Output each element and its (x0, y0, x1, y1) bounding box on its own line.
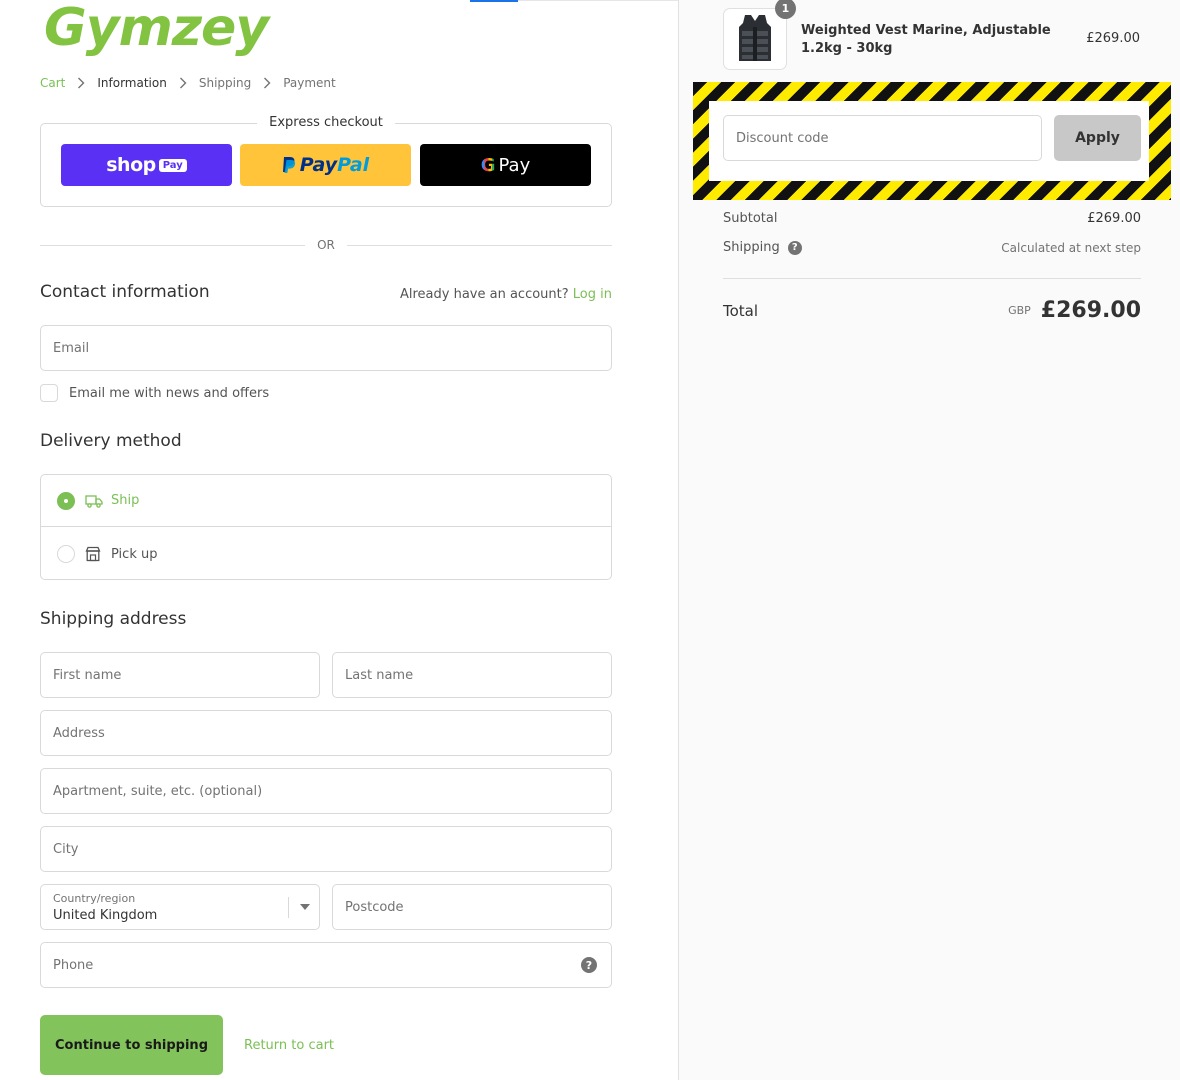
country-label: Country/region (53, 892, 136, 905)
breadcrumb-payment: Payment (283, 76, 336, 90)
address-field[interactable] (40, 710, 612, 756)
chevron-right-icon (176, 75, 190, 91)
paypal-word-1: Pay (299, 154, 338, 176)
discount-code-input[interactable] (736, 116, 1041, 160)
subtotal-label: Subtotal (723, 211, 778, 226)
express-checkout: Express checkout shop Pay Pay Pal G Pay (40, 115, 612, 207)
delivery-method: Ship Pick up (40, 474, 612, 580)
apartment-input[interactable] (53, 769, 611, 813)
breadcrumb: Cart Information Shipping Payment (40, 75, 336, 91)
phone-input[interactable] (53, 943, 611, 987)
last-name-input[interactable] (345, 653, 611, 697)
total-label: Total (723, 301, 759, 320)
shipping-row: Shipping ? Calculated at next step (723, 240, 1141, 255)
select-divider (288, 897, 289, 918)
shipping-value: Calculated at next step (1001, 240, 1141, 255)
shipping-help-icon[interactable]: ? (787, 240, 802, 255)
login-prompt: Already have an account? Log in (400, 287, 612, 302)
google-pay-word: Pay (498, 154, 531, 176)
subtotal-value: £269.00 (1087, 211, 1141, 226)
quantity-badge: 1 (775, 0, 796, 19)
delivery-option-pickup[interactable]: Pick up (41, 528, 611, 580)
vest-image-icon (739, 15, 771, 61)
news-label: Email me with news and offers (69, 385, 270, 401)
city-field[interactable] (40, 826, 612, 872)
currency-code: GBP (1008, 304, 1031, 317)
email-input[interactable] (53, 326, 611, 370)
city-input[interactable] (53, 827, 611, 871)
shop-pay-pill: Pay (158, 158, 187, 172)
truck-icon (85, 492, 103, 510)
continue-to-shipping-button[interactable]: Continue to shipping (40, 1015, 223, 1075)
first-name-input[interactable] (53, 653, 319, 697)
country-select[interactable]: Country/region United Kingdom (40, 884, 320, 930)
ship-radio[interactable] (57, 491, 75, 510)
top-accent (470, 0, 518, 2)
postcode-input[interactable] (345, 885, 611, 929)
product-price: £269.00 (1086, 31, 1140, 46)
divider-line (346, 244, 613, 246)
breadcrumb-shipping: Shipping (198, 76, 252, 90)
checkout-main-panel: Gymzey Cart Information Shipping Payment… (0, 0, 678, 1080)
shop-pay-button[interactable]: shop Pay (61, 144, 232, 186)
total-row: Total GBP £269.00 (723, 298, 1141, 323)
ship-label: Ship (111, 493, 140, 508)
discount-field[interactable] (723, 115, 1042, 161)
return-to-cart-link[interactable]: Return to cart (244, 1038, 334, 1053)
store-icon (85, 545, 103, 563)
delivery-option-ship[interactable]: Ship (41, 475, 611, 527)
apply-discount-button[interactable]: Apply (1054, 115, 1141, 161)
chevron-down-icon (300, 904, 310, 910)
product-name: Weighted Vest Marine, Adjustable 1.2kg -… (801, 23, 1051, 56)
postcode-field[interactable] (332, 884, 612, 930)
pickup-radio[interactable] (57, 545, 75, 563)
shipping-label: Shipping (723, 240, 780, 255)
contact-title: Contact information (40, 282, 210, 302)
delivery-title: Delivery method (40, 431, 182, 451)
apartment-field[interactable] (40, 768, 612, 814)
country-value: United Kingdom (53, 908, 158, 923)
login-link[interactable]: Log in (573, 287, 612, 302)
product-thumbnail (723, 8, 787, 70)
email-field[interactable] (40, 325, 612, 371)
discount-section: Apply (709, 101, 1149, 181)
pickup-label: Pick up (111, 546, 158, 562)
paypal-button[interactable]: Pay Pal (240, 144, 411, 186)
google-pay-button[interactable]: G Pay (420, 144, 591, 186)
total-amount-group: GBP £269.00 (1008, 298, 1141, 323)
chevron-right-icon (260, 75, 274, 91)
phone-field[interactable] (40, 942, 612, 988)
shipping-address-title: Shipping address (40, 609, 187, 629)
news-opt-in[interactable]: Email me with news and offers (40, 384, 269, 402)
news-checkbox[interactable] (40, 384, 58, 402)
google-g-icon: G (480, 154, 496, 176)
express-checkout-title: Express checkout (257, 115, 395, 130)
shipping-label-group: Shipping ? (723, 240, 802, 255)
shop-pay-word: shop (106, 154, 156, 176)
divider-line (40, 244, 306, 246)
last-name-field[interactable] (332, 652, 612, 698)
subtotal-row: Subtotal £269.00 (723, 211, 1141, 226)
breadcrumb-information: Information (97, 76, 167, 90)
first-name-field[interactable] (40, 652, 320, 698)
phone-help-icon[interactable]: ? (581, 957, 597, 973)
or-divider: OR (40, 236, 613, 254)
breadcrumb-cart[interactable]: Cart (40, 75, 65, 91)
discount-highlight: Apply (693, 82, 1171, 200)
address-input[interactable] (53, 711, 611, 755)
brand-logo[interactable]: Gymzey (44, 2, 269, 54)
paypal-word-2: Pal (337, 154, 370, 176)
account-prompt: Already have an account? (399, 287, 569, 302)
or-text: OR (317, 238, 335, 252)
summary-divider (723, 278, 1141, 279)
order-summary-panel: 1 Weighted Vest Marine, Adjustable 1.2kg… (678, 0, 1180, 1080)
paypal-logo-icon (282, 156, 296, 174)
total-amount: £269.00 (1040, 298, 1141, 323)
chevron-right-icon (74, 75, 88, 91)
